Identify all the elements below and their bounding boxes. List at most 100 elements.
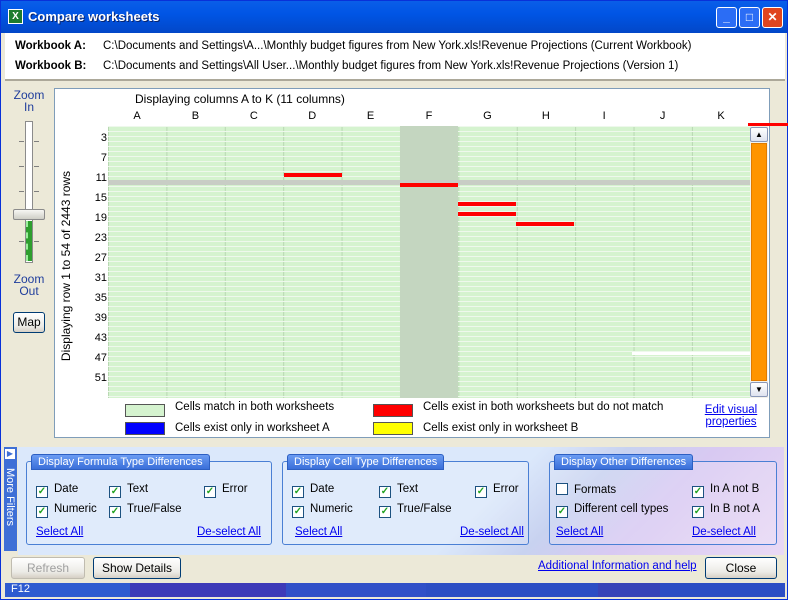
maximize-button[interactable]: □ [739, 7, 760, 28]
checkbox-icon: ✓ [109, 506, 121, 518]
checkbox-icon: ✓ [109, 486, 121, 498]
more-filters-toggle[interactable]: ▶ More Filters [4, 447, 17, 551]
legend-swatch-only-a [125, 422, 165, 435]
edit-visual-properties-link[interactable]: Edit visual properties [695, 404, 767, 428]
status-text: F12 [11, 583, 30, 595]
column-header[interactable]: E [342, 110, 400, 122]
checkbox-different-cell-types[interactable]: ✓ Different cell types [556, 503, 668, 518]
refresh-button[interactable]: Refresh [11, 557, 85, 579]
row-header: 3 [100, 132, 107, 144]
column-header[interactable]: F [400, 110, 458, 122]
column-header[interactable]: A [108, 110, 166, 122]
close-window-button[interactable]: ✕ [762, 7, 783, 28]
close-button[interactable]: Close [705, 557, 777, 579]
excel-icon: X [8, 9, 23, 24]
checkbox-label: True/False [127, 503, 182, 515]
row-header: 35 [94, 292, 107, 304]
diff-marker[interactable] [400, 183, 458, 187]
scroll-down-button[interactable]: ▼ [750, 382, 768, 397]
zoom-tick [34, 241, 39, 242]
zoom-slider-thumb[interactable] [13, 209, 45, 220]
checkbox-formula-error[interactable]: ✓ Error [204, 483, 248, 498]
zoom-in-button[interactable]: Zoom In [9, 89, 49, 113]
diff-marker[interactable] [458, 212, 516, 216]
diff-marker[interactable] [516, 222, 574, 226]
legend-differ-label: Cells exist in both worksheets but do no… [423, 401, 664, 413]
zoom-out-button[interactable]: Zoom Out [9, 273, 49, 297]
edit-visual-line1: Edit visual [704, 404, 758, 416]
column-header[interactable]: J [634, 110, 692, 122]
help-link[interactable]: Additional Information and help [538, 560, 697, 572]
checkbox-celltype-date[interactable]: ✓ Date [292, 483, 334, 498]
empty-row-marker [632, 352, 750, 355]
column-header[interactable]: C [225, 110, 283, 122]
row-header: 51 [94, 372, 107, 384]
workbook-b-path: C:\Documents and Settings\All User...\Mo… [103, 60, 679, 72]
column-header[interactable]: B [166, 110, 224, 122]
other-deselect-all-link[interactable]: De-select All [692, 526, 756, 538]
checkbox-in-b-not-a[interactable]: ✓ In B not A [692, 503, 760, 518]
checkbox-label: Different cell types [574, 503, 669, 515]
checkbox-label: Date [310, 483, 335, 495]
vertical-scrollbar[interactable]: ▲ ▼ [750, 126, 768, 398]
other-differences-group: Display Other Differences Formats ✓ In A … [549, 454, 777, 545]
zoom-tick [34, 141, 39, 142]
checkbox-icon: ✓ [379, 486, 391, 498]
other-select-all-link[interactable]: Select All [556, 526, 603, 538]
row-header: 31 [94, 272, 107, 284]
minimize-button[interactable]: _ [716, 7, 737, 28]
checkbox-icon: ✓ [292, 506, 304, 518]
checkbox-formula-truefalse[interactable]: ✓ True/False [109, 503, 182, 518]
legend-only-b-label: Cells exist only in worksheet B [423, 422, 579, 434]
compare-worksheets-window: X Compare worksheets _ □ ✕ Workbook A: C… [0, 0, 788, 600]
checkbox-formats[interactable]: Formats [556, 483, 616, 496]
column-header[interactable]: K [692, 110, 750, 122]
zoom-tick [19, 141, 24, 142]
diff-marker[interactable] [458, 202, 516, 206]
checkbox-celltype-numeric[interactable]: ✓ Numeric [292, 503, 353, 518]
celltype-deselect-all-link[interactable]: De-select All [460, 526, 524, 538]
celltype-group-title: Display Cell Type Differences [287, 454, 445, 470]
diff-marker[interactable] [284, 173, 342, 177]
scroll-up-button[interactable]: ▲ [750, 127, 768, 142]
checkbox-celltype-truefalse[interactable]: ✓ True/False [379, 503, 452, 518]
checkbox-label: Text [127, 483, 149, 495]
column-header[interactable]: H [517, 110, 575, 122]
column-header[interactable]: G [458, 110, 516, 122]
comparison-grid-panel: Displaying columns A to K (11 columns) A… [54, 88, 788, 438]
comparison-grid[interactable] [108, 123, 788, 398]
cell-type-differences-group: Display Cell Type Differences ✓ Date ✓ Tex… [282, 454, 529, 545]
checkbox-label: Formats [574, 484, 617, 496]
checkbox-formula-numeric[interactable]: ✓ Numeric [36, 503, 97, 518]
legend-only-a-label: Cells exist only in worksheet A [175, 422, 330, 434]
checkbox-icon: ✓ [692, 486, 704, 498]
checkbox-in-a-not-b[interactable]: ✓ In A not B [692, 483, 759, 498]
checkbox-label: Error [493, 483, 519, 495]
checkbox-celltype-error[interactable]: ✓ Error [475, 483, 519, 498]
checkbox-label: Date [54, 483, 79, 495]
show-details-button[interactable]: Show Details [93, 557, 181, 579]
checkbox-icon: ✓ [475, 486, 487, 498]
checkbox-icon: ✓ [556, 506, 568, 518]
column-header[interactable]: D [283, 110, 341, 122]
map-button[interactable]: Map [13, 312, 45, 333]
column-header[interactable]: I [575, 110, 633, 122]
formula-select-all-link[interactable]: Select All [36, 526, 83, 538]
selected-column-highlight [400, 126, 458, 398]
checkbox-formula-date[interactable]: ✓ Date [36, 483, 78, 498]
legend-swatch-differ [373, 404, 413, 417]
checkbox-icon: ✓ [36, 506, 48, 518]
checkbox-formula-text[interactable]: ✓ Text [109, 483, 148, 498]
celltype-select-all-link[interactable]: Select All [295, 526, 342, 538]
checkbox-icon: ✓ [379, 506, 391, 518]
formula-deselect-all-link[interactable]: De-select All [197, 526, 261, 538]
checkbox-celltype-text[interactable]: ✓ Text [379, 483, 418, 498]
checkbox-label: In B not A [710, 503, 760, 515]
checkbox-icon: ✓ [292, 486, 304, 498]
row-header: 47 [94, 352, 107, 364]
expand-arrow-icon: ▶ [5, 449, 15, 459]
workbook-b-label: Workbook B: [15, 60, 87, 72]
row-header: 43 [94, 332, 107, 344]
scrollbar-thumb[interactable] [751, 143, 767, 381]
legend-match-label: Cells match in both worksheets [175, 401, 335, 413]
